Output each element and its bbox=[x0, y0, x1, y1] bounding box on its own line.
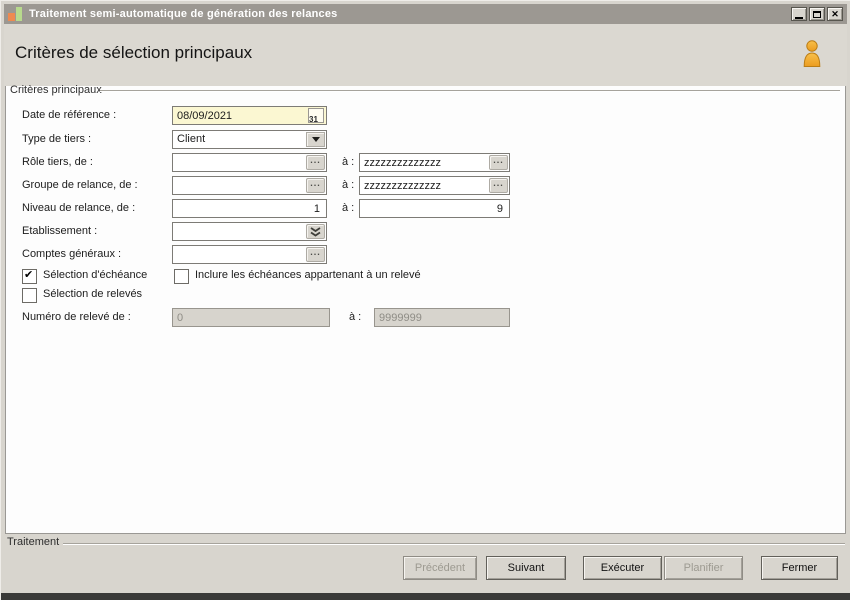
numero-releve-from-field bbox=[172, 308, 330, 327]
comptes-generaux-label: Comptes généraux : bbox=[22, 248, 122, 260]
numero-releve-label: Numéro de relevé de : bbox=[22, 311, 131, 323]
groupe-relance-from-input[interactable] bbox=[172, 176, 327, 195]
person-icon[interactable] bbox=[801, 40, 823, 67]
numero-releve-to-field bbox=[374, 308, 510, 327]
groupe-relance-to-field[interactable]: ... bbox=[359, 176, 510, 195]
groupe-relance-from-field[interactable]: ... bbox=[172, 176, 327, 195]
role-tiers-to-input[interactable] bbox=[359, 153, 510, 172]
close-button[interactable]: ✕ bbox=[827, 7, 843, 21]
niveau-relance-to-label: à : bbox=[342, 202, 355, 214]
minimize-button[interactable] bbox=[791, 7, 807, 21]
niveau-relance-to-field[interactable] bbox=[359, 199, 510, 218]
groupe-relance-label: Groupe de relance, de : bbox=[22, 179, 138, 191]
role-tiers-label: Rôle tiers, de : bbox=[22, 156, 93, 168]
window-title: Traitement semi-automatique de génératio… bbox=[29, 8, 338, 20]
groupe-relance-to-label: à : bbox=[342, 179, 355, 191]
ellipsis-icon: ... bbox=[310, 178, 321, 188]
type-tiers-label: Type de tiers : bbox=[22, 133, 92, 145]
role-tiers-to-field[interactable]: ... bbox=[359, 153, 510, 172]
groupe-relance-to-input[interactable] bbox=[359, 176, 510, 195]
comptes-generaux-field[interactable]: ... bbox=[172, 245, 327, 264]
niveau-relance-label: Niveau de relance, de : bbox=[22, 202, 136, 214]
ellipsis-icon: ... bbox=[310, 155, 321, 165]
inclure-echeances-checkbox[interactable] bbox=[174, 269, 189, 284]
suivant-button[interactable]: Suivant bbox=[486, 556, 566, 580]
numero-releve-to-label: à : bbox=[349, 311, 362, 323]
etablissement-field[interactable] bbox=[172, 222, 327, 241]
fermer-button[interactable]: Fermer bbox=[761, 556, 838, 580]
groupe-relance-to-lookup-button[interactable]: ... bbox=[489, 178, 508, 193]
executer-button[interactable]: Exécuter bbox=[583, 556, 662, 580]
niveau-relance-from-field[interactable] bbox=[172, 199, 327, 218]
chevron-down-icon bbox=[311, 137, 320, 142]
role-tiers-from-input[interactable] bbox=[172, 153, 327, 172]
selection-echeance-label: Sélection d'échéance bbox=[43, 269, 148, 281]
numero-releve-from-input bbox=[172, 308, 330, 327]
role-tiers-to-lookup-button[interactable]: ... bbox=[489, 155, 508, 170]
etablissement-label: Etablissement : bbox=[22, 225, 98, 237]
type-tiers-dropdown-button[interactable] bbox=[306, 132, 325, 147]
title-bar[interactable]: Traitement semi-automatique de génératio… bbox=[4, 4, 847, 24]
app-icon-green-block bbox=[16, 6, 22, 21]
type-tiers-combobox[interactable]: Client bbox=[172, 130, 327, 149]
maximize-icon bbox=[813, 10, 821, 18]
date-reference-input[interactable] bbox=[172, 106, 327, 125]
comptes-generaux-lookup-button[interactable]: ... bbox=[306, 247, 325, 262]
window-bottom-edge bbox=[1, 593, 850, 600]
inclure-echeances-label: Inclure les échéances appartenant à un r… bbox=[195, 269, 421, 281]
date-reference-label: Date de référence : bbox=[22, 109, 117, 121]
planifier-button: Planifier bbox=[664, 556, 743, 580]
role-tiers-to-label: à : bbox=[342, 156, 355, 168]
header-band: Critères de sélection principaux bbox=[4, 24, 847, 86]
numero-releve-to-input bbox=[374, 308, 510, 327]
selection-releves-checkbox[interactable] bbox=[22, 288, 37, 303]
ellipsis-icon: ... bbox=[310, 247, 321, 257]
minimize-icon bbox=[795, 17, 803, 19]
type-tiers-value: Client bbox=[177, 133, 206, 145]
group-label-criteres: Critères principaux bbox=[10, 84, 102, 96]
calendar-icon[interactable]: 31 bbox=[308, 108, 324, 124]
page-title: Critères de sélection principaux bbox=[15, 43, 253, 62]
maximize-button[interactable] bbox=[809, 7, 825, 21]
role-tiers-from-field[interactable]: ... bbox=[172, 153, 327, 172]
role-tiers-from-lookup-button[interactable]: ... bbox=[306, 155, 325, 170]
criteria-panel: Critères principaux Date de référence : … bbox=[5, 84, 846, 534]
app-icon bbox=[8, 6, 23, 22]
app-icon-orange-block bbox=[8, 12, 15, 21]
niveau-relance-to-input[interactable] bbox=[359, 199, 510, 218]
etablissement-input[interactable] bbox=[172, 222, 327, 241]
group-line bbox=[100, 90, 840, 91]
date-reference-field[interactable]: 31 bbox=[172, 106, 327, 125]
dialog-window: Traitement semi-automatique de génératio… bbox=[0, 0, 850, 600]
groupe-relance-from-lookup-button[interactable]: ... bbox=[306, 178, 325, 193]
precedent-button: Précédent bbox=[403, 556, 477, 580]
comptes-generaux-input[interactable] bbox=[172, 245, 327, 264]
calendar-icon-day: 31 bbox=[309, 115, 318, 124]
selection-releves-label: Sélection de relevés bbox=[43, 288, 143, 300]
ellipsis-icon: ... bbox=[493, 178, 504, 188]
ellipsis-icon: ... bbox=[493, 155, 504, 165]
footer-group-line bbox=[63, 543, 845, 544]
selection-echeance-checkbox[interactable] bbox=[22, 268, 37, 284]
group-label-traitement: Traitement bbox=[7, 536, 60, 548]
double-chevron-down-icon bbox=[310, 226, 321, 237]
niveau-relance-from-input[interactable] bbox=[172, 199, 327, 218]
etablissement-expand-button[interactable] bbox=[306, 224, 325, 239]
close-icon: ✕ bbox=[831, 8, 839, 19]
